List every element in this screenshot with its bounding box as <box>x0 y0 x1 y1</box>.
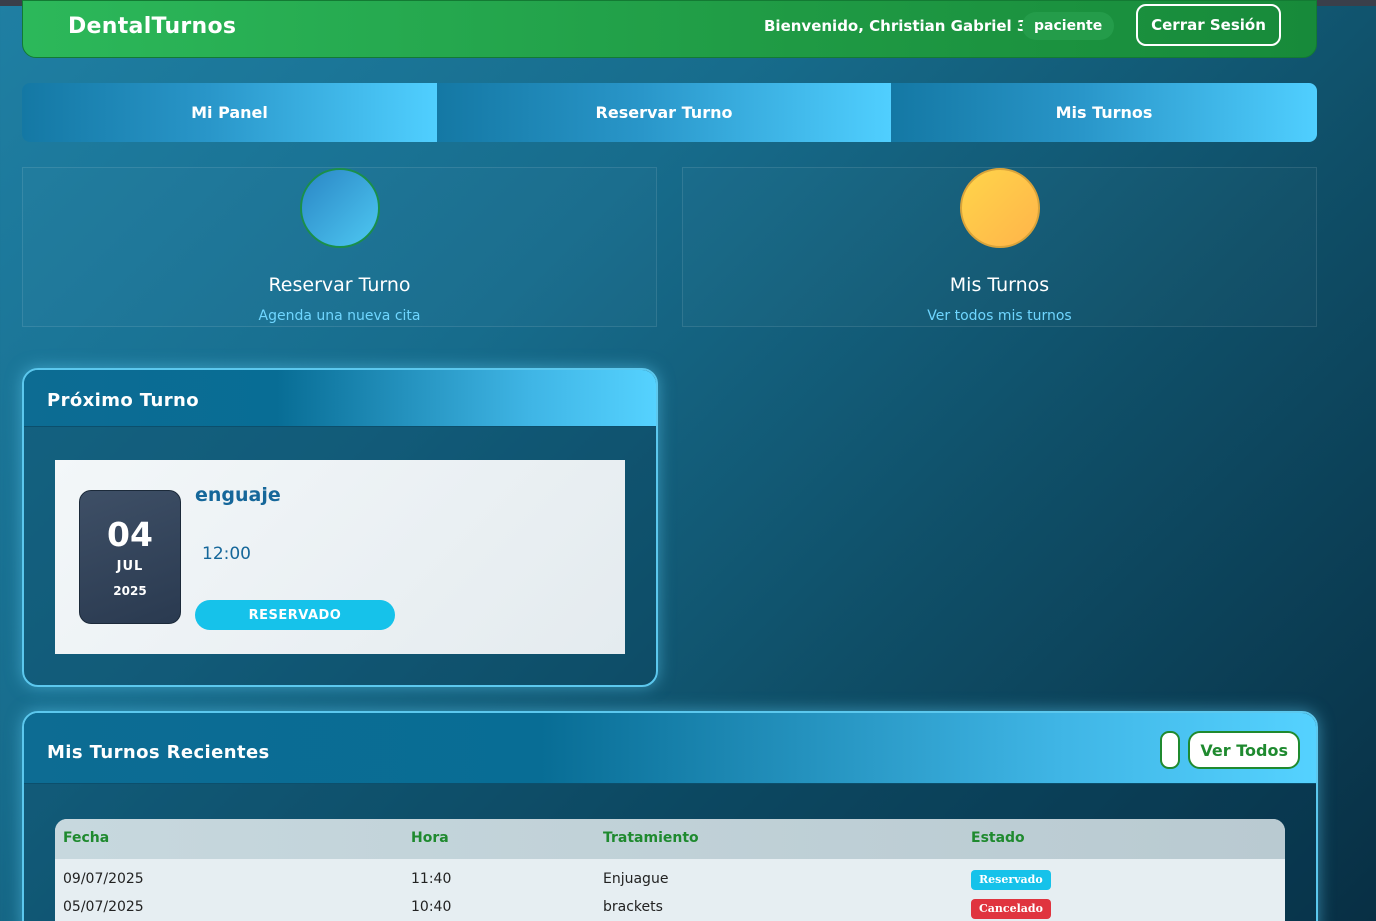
action-subtitle: Agenda una nueva cita <box>258 308 421 324</box>
status-badge: Cancelado <box>971 899 1051 919</box>
appointments-table: Fecha Hora Tratamiento Estado 09/07/2025… <box>55 819 1285 921</box>
panel-header: Mis Turnos Recientes Ver Todos <box>24 713 1316 784</box>
column-header-tratamiento[interactable]: Tratamiento <box>603 830 699 846</box>
tab-mi-panel[interactable]: Mi Panel <box>22 83 437 142</box>
role-badge: paciente <box>1022 12 1115 40</box>
appointment-month: JUL <box>116 559 144 574</box>
tab-reservar-turno[interactable]: Reservar Turno <box>437 83 891 142</box>
list-circle-icon <box>960 168 1040 248</box>
panel-title: Mis Turnos Recientes <box>47 742 270 763</box>
calendar-circle-icon <box>300 168 380 248</box>
action-title: Reservar Turno <box>268 274 411 296</box>
panel-actions: Ver Todos <box>1160 731 1300 769</box>
cell-fecha: 09/07/2025 <box>63 871 144 887</box>
welcome-text: Bienvenido, Christian Gabriel 34 <box>764 17 1038 35</box>
panel-title: Próximo Turno <box>47 390 199 411</box>
app-brand[interactable]: DentalTurnos <box>68 14 236 39</box>
cell-tratamiento: Enjuague <box>603 871 669 887</box>
action-title: Mis Turnos <box>949 274 1050 296</box>
app-header: DentalTurnos Bienvenido, Christian Gabri… <box>22 0 1317 58</box>
cell-tratamiento: brackets <box>603 899 663 915</box>
recent-appointments-panel: Mis Turnos Recientes Ver Todos Fecha Hor… <box>22 711 1318 921</box>
tab-mis-turnos[interactable]: Mis Turnos <box>891 83 1317 142</box>
status-badge: RESERVADO <box>195 600 395 630</box>
logout-button[interactable]: Cerrar Sesión <box>1136 4 1281 46</box>
appointment-treatment: enguaje <box>195 484 281 506</box>
appointment-day: 04 <box>107 515 153 554</box>
column-header-fecha[interactable]: Fecha <box>63 830 109 846</box>
cell-hora: 10:40 <box>411 899 452 915</box>
table-row[interactable]: 05/07/2025 10:40 brackets Cancelado <box>55 899 1285 921</box>
panel-header: Próximo Turno <box>24 370 656 427</box>
next-appointment-panel: Próximo Turno 04 JUL 2025 enguaje 12:00 … <box>22 368 658 687</box>
appointment-card[interactable]: 04 JUL 2025 enguaje 12:00 RESERVADO <box>55 460 625 654</box>
column-header-hora[interactable]: Hora <box>411 830 449 846</box>
appointment-year: 2025 <box>113 584 147 598</box>
main-nav: Mi Panel Reservar Turno Mis Turnos <box>22 83 1317 142</box>
cell-hora: 11:40 <box>411 871 452 887</box>
status-badge: Reservado <box>971 870 1051 890</box>
view-all-button[interactable]: Ver Todos <box>1188 731 1300 769</box>
column-header-estado[interactable]: Estado <box>971 830 1025 846</box>
small-toggle-button[interactable] <box>1160 731 1181 769</box>
date-box: 04 JUL 2025 <box>79 490 181 624</box>
action-card-mis-turnos[interactable]: Mis Turnos Ver todos mis turnos <box>682 167 1317 327</box>
action-card-reservar[interactable]: Reservar Turno Agenda una nueva cita <box>22 167 657 327</box>
cell-fecha: 05/07/2025 <box>63 899 144 915</box>
appointment-time: 12:00 <box>202 544 251 564</box>
table-header: Fecha Hora Tratamiento Estado <box>55 819 1285 859</box>
table-row[interactable]: 09/07/2025 11:40 Enjuague Reservado <box>55 859 1285 899</box>
action-subtitle: Ver todos mis turnos <box>927 308 1072 324</box>
